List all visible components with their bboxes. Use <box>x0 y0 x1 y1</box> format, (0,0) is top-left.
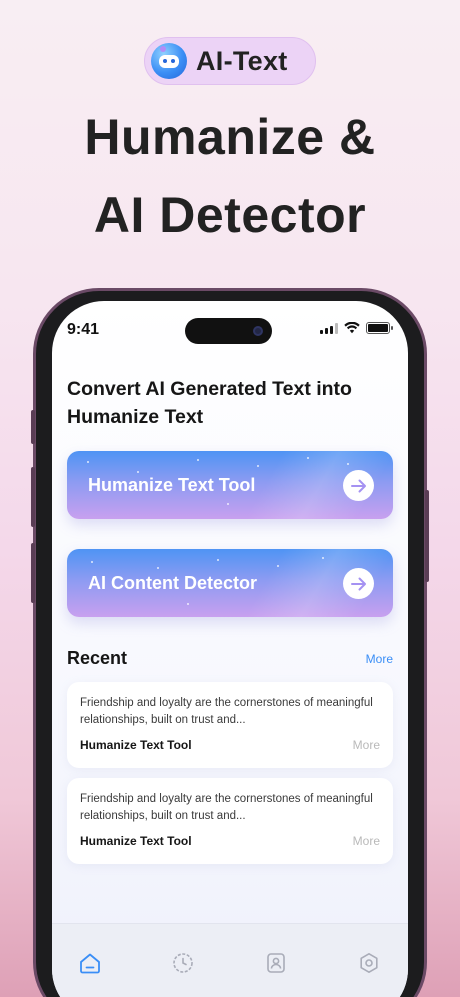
app-badge: AI-Text <box>144 37 316 85</box>
tab-bar <box>52 923 408 997</box>
recent-item-snippet: Friendship and loyalty are the cornersto… <box>80 697 373 726</box>
recent-item-more-link[interactable]: More <box>353 738 380 752</box>
settings-icon[interactable] <box>357 951 381 975</box>
status-icons <box>320 322 393 334</box>
recent-item[interactable]: Friendship and loyalty are the cornersto… <box>67 682 393 768</box>
app-screen: 9:41 Convert AI Generated Text into Huma… <box>52 301 408 997</box>
phone-power-button <box>425 490 429 582</box>
recent-item-tool: Humanize Text Tool <box>80 738 192 752</box>
phone-volume-down-button <box>31 543 35 603</box>
recent-item-more-link[interactable]: More <box>353 834 380 848</box>
headline-line-2: AI Detector <box>93 187 367 243</box>
tool-label: AI Content Detector <box>88 572 258 593</box>
battery-icon <box>366 322 393 334</box>
cellular-signal-icon <box>320 322 338 334</box>
wifi-icon <box>344 322 360 334</box>
phone-volume-up-button <box>31 467 35 527</box>
headline-line-1: Humanize & <box>84 109 376 165</box>
arrow-right-icon[interactable] <box>343 470 374 501</box>
app-name: AI-Text <box>196 45 288 76</box>
humanize-text-tool-card[interactable]: Humanize Text Tool <box>67 451 393 519</box>
recent-item[interactable]: Friendship and loyalty are the cornersto… <box>67 778 393 864</box>
clock-icon[interactable] <box>171 951 195 975</box>
recent-item-snippet: Friendship and loyalty are the cornersto… <box>80 793 373 822</box>
robot-icon <box>151 43 187 79</box>
recent-section-title: Recent <box>67 648 128 668</box>
profile-icon[interactable] <box>264 951 288 975</box>
tool-label: Humanize Text Tool <box>88 474 256 495</box>
status-time: 9:41 <box>67 321 100 338</box>
ai-content-detector-card[interactable]: AI Content Detector <box>67 549 393 617</box>
phone-side-button <box>31 410 35 444</box>
home-icon[interactable] <box>78 951 102 975</box>
arrow-right-icon[interactable] <box>343 568 374 599</box>
recent-more-link[interactable]: More <box>366 652 393 666</box>
recent-item-tool: Humanize Text Tool <box>80 834 192 848</box>
page-title: Convert AI Generated Text into Humanize … <box>67 378 352 428</box>
dynamic-island <box>185 318 272 344</box>
